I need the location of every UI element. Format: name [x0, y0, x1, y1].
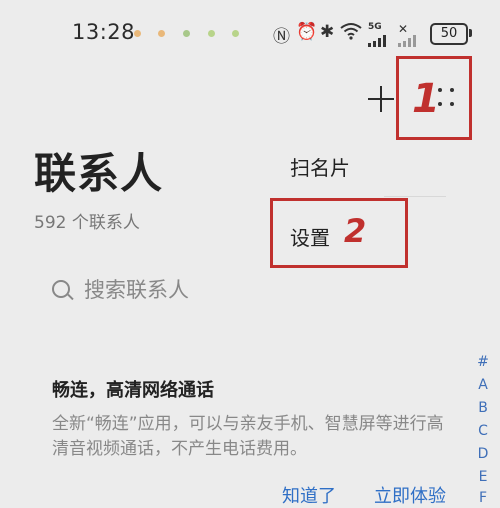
index-hash[interactable]: # [476, 354, 490, 370]
promo-description: 全新“畅连”应用，可以与亲友手机、智慧屏等进行高清音视频通话，不产生电话费用。 [52, 414, 444, 459]
annotation-number-2: 2 [344, 212, 367, 250]
more-dot [438, 102, 442, 106]
contact-count: 592 个联系人 [34, 213, 140, 233]
add-contact-button[interactable] [366, 84, 396, 114]
more-dot [450, 102, 454, 106]
bluetooth-icon: ✱ [320, 22, 335, 42]
notification-dot [183, 30, 190, 37]
more-options-button[interactable] [418, 84, 458, 112]
search-icon [52, 280, 70, 298]
promo-title: 畅连，高清网络通话 [52, 380, 214, 401]
battery-tip [469, 29, 472, 37]
index-f[interactable]: F [476, 490, 490, 506]
index-c[interactable]: C [476, 423, 490, 439]
alarm-icon: ⏰ [296, 22, 318, 42]
index-e[interactable]: E [476, 469, 490, 485]
nfc-icon: Ⓝ [273, 27, 290, 47]
more-dot [438, 88, 442, 92]
notification-dot [158, 30, 165, 37]
signal-bars-icon-2 [398, 32, 420, 51]
annotation-box-2 [270, 198, 408, 268]
index-a[interactable]: A [476, 377, 490, 393]
search-input[interactable]: 搜索联系人 [84, 274, 189, 304]
notification-dot [232, 30, 239, 37]
status-time: 13:28 [72, 20, 136, 44]
signal-bars-icon [368, 32, 392, 51]
signal-5g-label: 5G [368, 22, 382, 32]
menu-item-scan-card[interactable]: 扫名片 [290, 152, 350, 181]
index-d[interactable]: D [476, 446, 490, 462]
notification-dot [134, 30, 141, 37]
more-dot [450, 88, 454, 92]
try-now-button[interactable]: 立即体验 [374, 482, 446, 508]
index-b[interactable]: B [476, 400, 490, 416]
page-title: 联系人 [34, 149, 164, 198]
menu-divider [384, 196, 446, 197]
battery-indicator: 50 [430, 23, 468, 45]
wifi-icon [340, 22, 362, 45]
notification-dot [208, 30, 215, 37]
dismiss-button[interactable]: 知道了 [282, 482, 336, 508]
